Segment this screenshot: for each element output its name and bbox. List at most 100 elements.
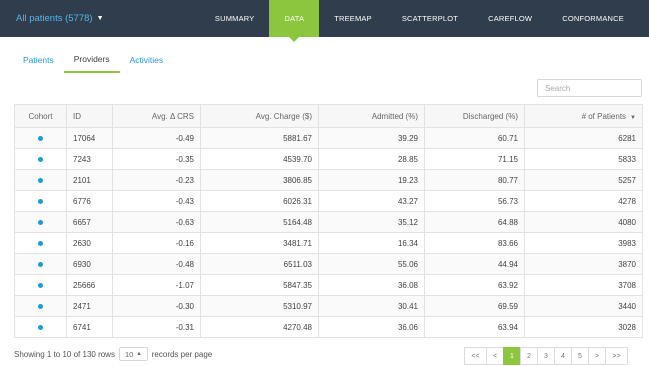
table-row[interactable]: 6741 -0.31 4270.48 36.06 63.94 3028 [14,316,643,338]
cell-admitted: 16.34 [318,232,425,254]
table-body: 17064 -0.49 5881.67 39.29 60.71 6281 7243 -0.35… [14,127,643,338]
cell-id: 25666 [66,274,113,296]
cell-avg-charge: 5881.67 [200,127,319,149]
nav-conformance[interactable]: CONFORMANCE [547,0,639,37]
cell-admitted: 28.85 [318,148,425,170]
cell-admitted: 36.06 [318,316,425,338]
cell-cohort [14,232,67,254]
main-nav: SUMMARY DATA TREEMAP SCATTERPLOT CAREFLO… [200,0,639,42]
cell-avg-crs: -0.48 [112,253,201,275]
cell-id: 2630 [66,232,113,254]
cohort-dot-icon [38,261,43,267]
cell-admitted: 30.41 [318,295,425,317]
search-input[interactable] [537,79,642,97]
cohort-dot-icon [38,303,43,309]
column-header-id[interactable]: ID [66,104,113,128]
cell-avg-crs: -1.07 [112,274,201,296]
rows-info: Showing 1 to 10 of 130 rows [14,349,115,359]
caret-up-icon: ▲ [136,351,142,357]
cell-discharged: 64.88 [424,211,525,233]
table-row[interactable]: 6930 -0.48 6511.03 55.06 44.94 3870 [14,253,643,275]
column-header-num-patients[interactable]: # of Patients ▼ [524,104,643,128]
cell-avg-charge: 4539.70 [200,148,319,170]
cell-id: 2101 [66,169,113,191]
cell-num-patients: 5833 [524,148,643,170]
cell-num-patients: 6281 [524,127,643,149]
cell-avg-charge: 4270.48 [200,316,319,338]
cell-admitted: 39.29 [318,127,425,149]
tab-patients[interactable]: Patients [13,46,64,73]
sort-desc-icon: ▼ [630,114,636,121]
cell-avg-charge: 6026.31 [200,190,319,212]
cell-discharged: 56.73 [424,190,525,212]
cell-avg-charge: 3806.85 [200,169,319,191]
cell-discharged: 80.77 [424,169,525,191]
cell-avg-crs: -0.35 [112,148,201,170]
cell-num-patients: 3983 [524,232,643,254]
table-row[interactable]: 6657 -0.63 5164.48 35.12 64.88 4080 [14,211,643,233]
cell-avg-crs: -0.43 [112,190,201,212]
cell-num-patients: 4080 [524,211,643,233]
cell-avg-crs: -0.49 [112,127,201,149]
cell-num-patients: 3870 [524,253,643,275]
last-page-button[interactable]: >> [605,347,628,365]
cell-id: 6741 [66,316,113,338]
column-header-cohort[interactable]: Cohort [14,104,67,128]
table-row[interactable]: 2630 -0.16 3481.71 16.34 83.66 3983 [14,232,643,254]
sub-tabs: Patients Providers Activities [13,46,173,73]
table-row[interactable]: 2471 -0.30 5310.97 30.41 69.59 3440 [14,295,643,317]
cell-discharged: 83.66 [424,232,525,254]
records-per-page-dropdown[interactable]: 10 ▲ [118,347,148,361]
nav-summary[interactable]: SUMMARY [200,0,270,37]
prev-page-button[interactable]: < [486,347,504,365]
page-4-button[interactable]: 4 [554,347,572,365]
cell-discharged: 63.92 [424,274,525,296]
first-page-button[interactable]: << [464,347,487,365]
cohort-dot-icon [38,156,43,162]
cell-cohort [14,274,67,296]
cohort-dot-icon [38,219,43,225]
table-footer: Showing 1 to 10 of 130 rows 10 ▲ records… [14,346,212,362]
providers-table: Cohort ID Avg. Δ CRS Avg. Charge ($) Adm… [14,104,643,338]
page-2-button[interactable]: 2 [520,347,538,365]
cell-id: 17064 [66,127,113,149]
cell-num-patients: 5257 [524,169,643,191]
table-row[interactable]: 17064 -0.49 5881.67 39.29 60.71 6281 [14,127,643,149]
cell-avg-charge: 6511.03 [200,253,319,275]
nav-data[interactable]: DATA [269,0,320,42]
nav-careflow[interactable]: CAREFLOW [473,0,547,37]
nav-scatterplot[interactable]: SCATTERPLOT [387,0,473,37]
table-row[interactable]: 2101 -0.23 3806.85 19.23 80.77 5257 [14,169,643,191]
table-row[interactable]: 25666 -1.07 5847.35 36.08 63.92 3708 [14,274,643,296]
cohort-dot-icon [38,198,43,204]
next-page-button[interactable]: > [588,347,606,365]
cell-discharged: 63.94 [424,316,525,338]
column-header-num-patients-label: # of Patients [581,111,627,121]
tab-providers[interactable]: Providers [63,46,120,73]
cell-admitted: 36.08 [318,274,425,296]
nav-treemap[interactable]: TREEMAP [319,0,387,37]
table-row[interactable]: 6776 -0.43 6026.31 43.27 56.73 4278 [14,190,643,212]
patient-cohort-label: All patients (5778) [16,13,93,24]
column-header-discharged[interactable]: Discharged (%) [424,104,525,128]
cell-cohort [14,169,67,191]
cell-id: 2471 [66,295,113,317]
cell-num-patients: 4278 [524,190,643,212]
column-header-admitted[interactable]: Admitted (%) [318,104,425,128]
cell-discharged: 60.71 [424,127,525,149]
page-1-button[interactable]: 1 [503,347,521,365]
column-header-avg-charge[interactable]: Avg. Charge ($) [200,104,319,128]
table-row[interactable]: 7243 -0.35 4539.70 28.85 71.15 5833 [14,148,643,170]
cell-admitted: 43.27 [318,190,425,212]
page-3-button[interactable]: 3 [537,347,555,365]
page-5-button[interactable]: 5 [571,347,589,365]
cell-num-patients: 3440 [524,295,643,317]
cell-admitted: 35.12 [318,211,425,233]
pagination: << < 1 2 3 4 5 > >> [464,347,628,365]
cell-id: 6776 [66,190,113,212]
tab-activities[interactable]: Activities [120,46,174,73]
cohort-dot-icon [38,135,43,141]
patient-cohort-dropdown[interactable]: All patients (5778) ▼ [16,0,104,37]
cell-avg-crs: -0.63 [112,211,201,233]
column-header-avg-crs[interactable]: Avg. Δ CRS [112,104,201,128]
